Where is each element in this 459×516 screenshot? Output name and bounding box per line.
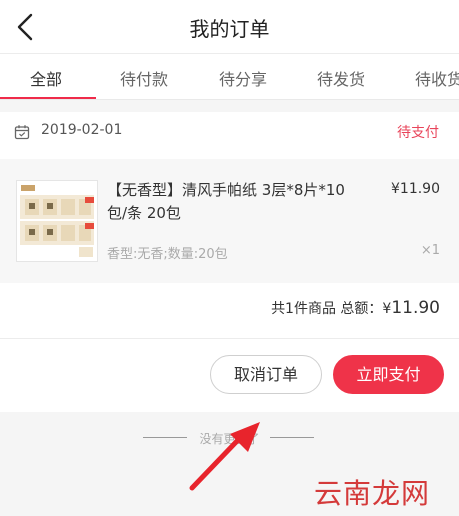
- tab-pending-receipt[interactable]: 待收货: [415, 66, 459, 90]
- footer-divider-right: [270, 437, 314, 438]
- order-summary: 共1件商品 总额：¥11.90: [0, 283, 459, 339]
- product-thumbnail[interactable]: [16, 180, 98, 262]
- active-tab-indicator: [0, 97, 96, 99]
- product-row[interactable]: 【无香型】清风手帕纸 3层*8片*10包/条 20包 ¥11.90 香型:无香;…: [0, 159, 459, 283]
- product-name[interactable]: 【无香型】清风手帕纸 3层*8片*10包/条 20包: [107, 179, 357, 225]
- tab-all[interactable]: 全部: [30, 66, 62, 90]
- tab-pending-payment[interactable]: 待付款: [120, 66, 168, 90]
- cancel-order-button[interactable]: 取消订单: [210, 355, 322, 394]
- tab-pending-share[interactable]: 待分享: [219, 66, 267, 90]
- page-title: 我的订单: [189, 17, 270, 41]
- order-date-row: 2019-02-01 待支付: [0, 112, 459, 160]
- order-total: 共1件商品 总额：¥11.90: [271, 298, 440, 318]
- annotation-arrow-icon: [189, 422, 260, 491]
- product-price: ¥11.90: [391, 181, 440, 197]
- header: 我的订单: [0, 0, 459, 54]
- pay-now-button[interactable]: 立即支付: [333, 355, 444, 394]
- tissue-pack-image-icon: [17, 181, 97, 261]
- order-total-label: 共1件商品 总额：¥: [271, 301, 392, 317]
- order-status: 待支付: [397, 125, 439, 141]
- order-tabs: 全部 待付款 待分享 待发货 待收货: [0, 54, 459, 100]
- product-quantity: ×1: [420, 243, 440, 258]
- order-card: 2019-02-01 待支付 【无香型】清风手帕纸 3层*8片*10包/条 20…: [0, 112, 459, 412]
- tab-pending-shipment[interactable]: 待发货: [317, 66, 365, 90]
- site-watermark: 云南龙网: [314, 477, 431, 510]
- order-date: 2019-02-01: [41, 122, 123, 138]
- order-total-amount: 11.90: [391, 298, 440, 318]
- product-spec: 香型:无香;数量:20包: [107, 247, 228, 262]
- calendar-icon: [14, 125, 30, 140]
